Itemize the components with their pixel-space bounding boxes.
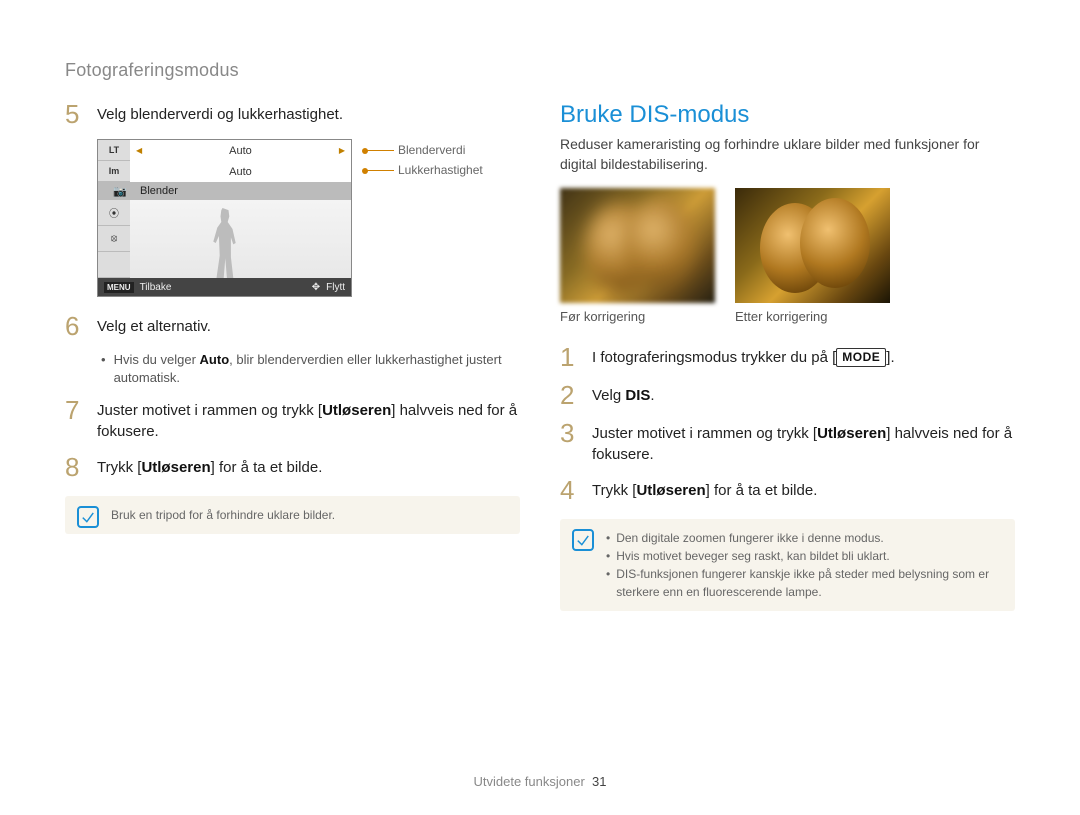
step-text: Juster motivet i rammen og trykk [Utløse… bbox=[592, 420, 1015, 465]
step-text: I fotograferingsmodus trykker du på [MOD… bbox=[592, 344, 895, 368]
lcd-preview: ⦿ ⦻ bbox=[98, 200, 351, 278]
menu-icon: MENU bbox=[104, 282, 134, 293]
step-number: 2 bbox=[560, 382, 582, 408]
annotation-shutter: Lukkerhastighet bbox=[398, 163, 483, 177]
arrow-left-icon: ◀ bbox=[136, 146, 142, 155]
step-7: 7 Juster motivet i rammen og trykk [Utlø… bbox=[65, 397, 520, 442]
dis-notes: Den digitale zoomen fungerer ikke i denn… bbox=[560, 519, 1015, 611]
step-8: 8 Trykk [Utløseren] for å ta et bilde. bbox=[65, 454, 520, 480]
step-1: 1 I fotograferingsmodus trykker du på [M… bbox=[560, 344, 1015, 370]
lcd-blender-label: Blender bbox=[140, 185, 178, 197]
lcd-annotations: Blenderverdi Lukkerhastighet bbox=[366, 139, 483, 177]
lcd-icon: Im bbox=[98, 161, 130, 182]
lcd-move-label: Flytt bbox=[326, 282, 345, 293]
step-5: 5 Velg blenderverdi og lukkerhastighet. bbox=[65, 101, 520, 127]
camera-icon: 📷 bbox=[104, 185, 136, 198]
step-text: Juster motivet i rammen og trykk [Utløse… bbox=[97, 397, 520, 442]
lcd-value: Auto bbox=[136, 166, 345, 178]
lcd-footer: MENU Tilbake ✥ Flytt bbox=[98, 278, 351, 296]
note-icon bbox=[77, 506, 99, 528]
section-label: Fotograferingsmodus bbox=[65, 60, 1015, 81]
person-silhouette-icon bbox=[205, 208, 245, 278]
camera-lcd: LT Im ◀ Auto ▶ Auto bbox=[97, 139, 352, 297]
mode-button-icon: MODE bbox=[836, 348, 886, 367]
left-column: 5 Velg blenderverdi og lukkerhastighet. … bbox=[65, 101, 520, 611]
right-column: Bruke DIS-modus Reduser kameraristing og… bbox=[560, 101, 1015, 611]
note-item: Hvis motivet beveger seg raskt, kan bild… bbox=[606, 547, 1001, 565]
note-item: Den digitale zoomen fungerer ikke i denn… bbox=[606, 529, 1001, 547]
lcd-value: Auto bbox=[146, 145, 335, 157]
photo-after bbox=[735, 188, 890, 303]
lcd-icon: ⦿ bbox=[98, 200, 130, 226]
dis-heading: Bruke DIS-modus bbox=[560, 101, 1015, 129]
lcd-icon: ⦻ bbox=[98, 226, 130, 252]
nav-icon: ✥ bbox=[312, 282, 320, 293]
step-text: Velg et alternativ. bbox=[97, 313, 211, 337]
step-number: 8 bbox=[65, 454, 87, 480]
step-text: Trykk [Utløseren] for å ta et bilde. bbox=[97, 454, 322, 478]
dis-intro: Reduser kameraristing og forhindre uklar… bbox=[560, 135, 1015, 174]
caption-after: Etter korrigering bbox=[735, 309, 890, 324]
caption-before: Før korrigering bbox=[560, 309, 715, 324]
step-6-note: Hvis du velger Auto, blir blenderverdien… bbox=[101, 351, 520, 387]
lcd-aperture-row: ◀ Auto ▶ bbox=[130, 140, 351, 161]
step-text: Velg DIS. bbox=[592, 382, 655, 406]
step-6: 6 Velg et alternativ. bbox=[65, 313, 520, 339]
lcd-icon: LT bbox=[98, 140, 130, 161]
lcd-blender-row: 📷 Blender bbox=[98, 182, 351, 200]
comparison-photos bbox=[560, 188, 1015, 303]
step-3: 3 Juster motivet i rammen og trykk [Utlø… bbox=[560, 420, 1015, 465]
step-number: 3 bbox=[560, 420, 582, 446]
step-2: 2 Velg DIS. bbox=[560, 382, 1015, 408]
lcd-back-label: Tilbake bbox=[140, 282, 172, 293]
step-number: 1 bbox=[560, 344, 582, 370]
note-icon bbox=[572, 529, 594, 551]
step-text: Velg blenderverdi og lukkerhastighet. bbox=[97, 101, 343, 125]
note-text: Bruk en tripod for å forhindre uklare bi… bbox=[111, 508, 335, 522]
step-number: 4 bbox=[560, 477, 582, 503]
arrow-right-icon: ▶ bbox=[339, 146, 345, 155]
photo-before bbox=[560, 188, 715, 303]
annotation-aperture: Blenderverdi bbox=[398, 143, 465, 157]
step-number: 7 bbox=[65, 397, 87, 423]
step-4: 4 Trykk [Utløseren] for å ta et bilde. bbox=[560, 477, 1015, 503]
note-item: DIS-funksjonen fungerer kanskje ikke på … bbox=[606, 565, 1001, 601]
lcd-icon-column: LT Im bbox=[98, 140, 130, 182]
step-text: Trykk [Utløseren] for å ta et bilde. bbox=[592, 477, 817, 501]
step-number: 5 bbox=[65, 101, 87, 127]
camera-lcd-figure: LT Im ◀ Auto ▶ Auto bbox=[97, 139, 520, 297]
lcd-shutter-row: Auto bbox=[130, 161, 351, 182]
tripod-note: Bruk en tripod for å forhindre uklare bi… bbox=[65, 496, 520, 534]
page-footer: Utvidete funksjoner 31 bbox=[0, 774, 1080, 789]
step-number: 6 bbox=[65, 313, 87, 339]
